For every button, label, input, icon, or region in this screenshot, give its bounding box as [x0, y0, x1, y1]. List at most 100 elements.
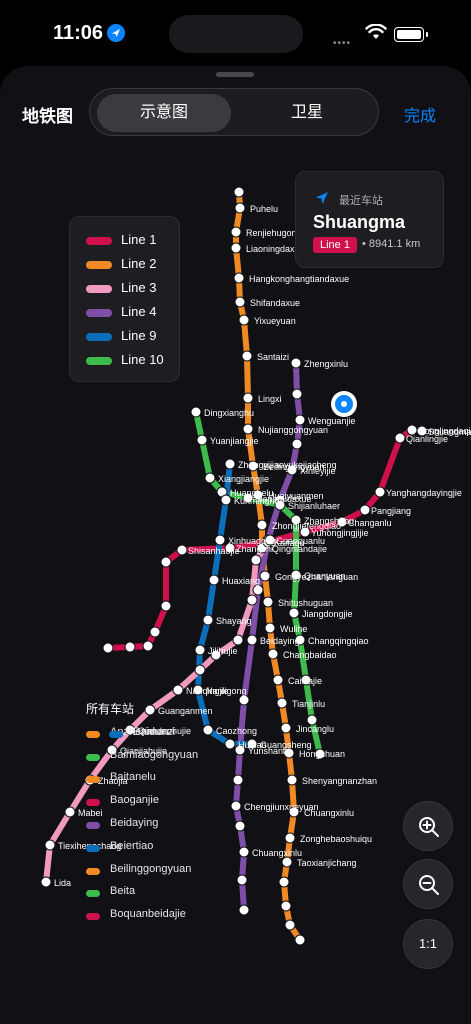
- station-name: Beiertiao: [110, 840, 154, 852]
- station-label: Santaizi: [257, 352, 289, 362]
- line-swatch: [86, 822, 100, 829]
- station-dot: [250, 554, 262, 566]
- line-swatch: [86, 776, 100, 783]
- station-label: Tianjinlu: [292, 699, 325, 709]
- legend-swatch: [86, 309, 112, 317]
- station-label: Xiangjiangjie: [218, 474, 269, 484]
- station-name: Baoganjie: [110, 794, 159, 806]
- zoom-out-button[interactable]: [403, 859, 453, 909]
- station-label: Chengjiunxueyuan: [244, 802, 319, 812]
- legend-swatch: [86, 237, 112, 245]
- station-label: Pangjiang: [371, 506, 411, 516]
- all-stations-heading: 所有车站: [86, 702, 135, 716]
- station-label: Yanghangdayingjie: [386, 488, 462, 498]
- line-legend: Line 1 Line 2 Line 3 Line 4 Line 9 Line …: [69, 216, 180, 382]
- zoom-in-icon: [419, 817, 439, 837]
- station-name: Baimiaogongyuan: [110, 749, 199, 761]
- nearest-station-card[interactable]: 最近车站 Shuangma Line 1 • 8941.1 km: [295, 171, 444, 268]
- station-dot: [230, 800, 242, 812]
- station-label: Jiangdongjie: [302, 609, 353, 619]
- station-dot: [40, 876, 52, 888]
- reset-scale-button[interactable]: 1:1: [403, 919, 453, 969]
- scale-ratio-label: 1:1: [418, 936, 438, 951]
- station-dot: [267, 648, 279, 660]
- line-swatch: [109, 731, 123, 738]
- station-dot: [238, 904, 250, 916]
- nearest-distance: • 8941.1 km: [362, 238, 421, 250]
- station-name: Beilinggongyuan: [110, 863, 192, 875]
- station-dot: [238, 314, 250, 326]
- station-dot: [256, 519, 268, 531]
- station-dot: [214, 534, 226, 546]
- station-label: Hangkonghangtiandaxue: [249, 274, 349, 284]
- station-dot: [208, 574, 220, 586]
- station-label: Guanganmen: [158, 706, 213, 716]
- legend-label: Line 10: [121, 352, 164, 367]
- station-label: Huaxiang: [222, 576, 260, 586]
- station-dot: [233, 186, 245, 198]
- station-dot: [288, 607, 300, 619]
- line-swatch: [86, 799, 100, 806]
- legend-swatch: [86, 261, 112, 269]
- station-dot: [124, 641, 136, 653]
- station-label: Zhangshabu: [304, 516, 354, 526]
- station-label: Lingxi: [258, 394, 282, 404]
- station-dot: [236, 874, 248, 886]
- station-label: Taoxianjichang: [297, 858, 357, 868]
- station-dot: [230, 242, 242, 254]
- station-dot: [294, 414, 306, 426]
- station-label: Lida: [54, 878, 71, 888]
- station-label: Nanqingjie: [186, 686, 229, 696]
- station-label: Jincanglu: [296, 724, 334, 734]
- station-dot: [204, 472, 216, 484]
- station-dot: [246, 594, 258, 606]
- station-dot: [242, 423, 254, 435]
- station-label: Chuangxinlu: [252, 848, 302, 858]
- station-dot: [242, 392, 254, 404]
- metro-map-canvas[interactable]: PuheluRenjiehugongLiaoningdaxueHangkongh…: [0, 0, 471, 1024]
- station-dot: [252, 584, 264, 596]
- station-label: Xinhuagong: [228, 536, 276, 546]
- legend-swatch: [86, 357, 112, 365]
- zoom-in-button[interactable]: [403, 801, 453, 851]
- line-badge: Line 1: [313, 237, 357, 253]
- station-dot: [291, 438, 303, 450]
- station-dot: [280, 900, 292, 912]
- station-label: Puhelu: [250, 204, 278, 214]
- station-dot: [190, 406, 202, 418]
- station-label: Caozhong: [216, 726, 257, 736]
- station-dot: [232, 634, 244, 646]
- station-dot: [262, 596, 274, 608]
- station-dot: [194, 664, 206, 676]
- station-dot: [290, 357, 302, 369]
- station-label: Shayang: [216, 616, 252, 626]
- station-dot: [291, 388, 303, 400]
- station-dot: [394, 432, 406, 444]
- station-dot: [281, 856, 293, 868]
- station-dot: [44, 839, 56, 851]
- station-dot: [196, 434, 208, 446]
- station-dot: [144, 704, 156, 716]
- zoom-out-icon: [419, 875, 439, 895]
- station-label: Shenyangnanzhan: [302, 776, 377, 786]
- station-dot: [230, 226, 242, 238]
- nearest-heading: 最近车站: [339, 195, 383, 207]
- station-label: Zhengxinlu: [304, 359, 348, 369]
- legend-label: Line 3: [121, 280, 157, 295]
- station-dot: [241, 350, 253, 362]
- station-dot: [278, 876, 290, 888]
- station-dot: [374, 486, 386, 498]
- station-label: Zonghebaoshuiqu: [300, 834, 372, 844]
- station-dot: [234, 820, 246, 832]
- station-label: Changqingqiao: [308, 636, 369, 646]
- line-swatch: [86, 890, 100, 897]
- station-label: Zhongyijiaoyukejiacheng: [238, 460, 337, 470]
- station-name: Beidaying: [110, 817, 159, 829]
- station-dot: [233, 272, 245, 284]
- station-dot: [149, 626, 161, 638]
- station-dot: [232, 774, 244, 786]
- station-label: Hongchuan: [299, 749, 345, 759]
- station-label: Renjiehugong: [246, 228, 302, 238]
- station-label: Wenguanjie: [308, 416, 355, 426]
- station-label: Guangsheng: [260, 740, 312, 750]
